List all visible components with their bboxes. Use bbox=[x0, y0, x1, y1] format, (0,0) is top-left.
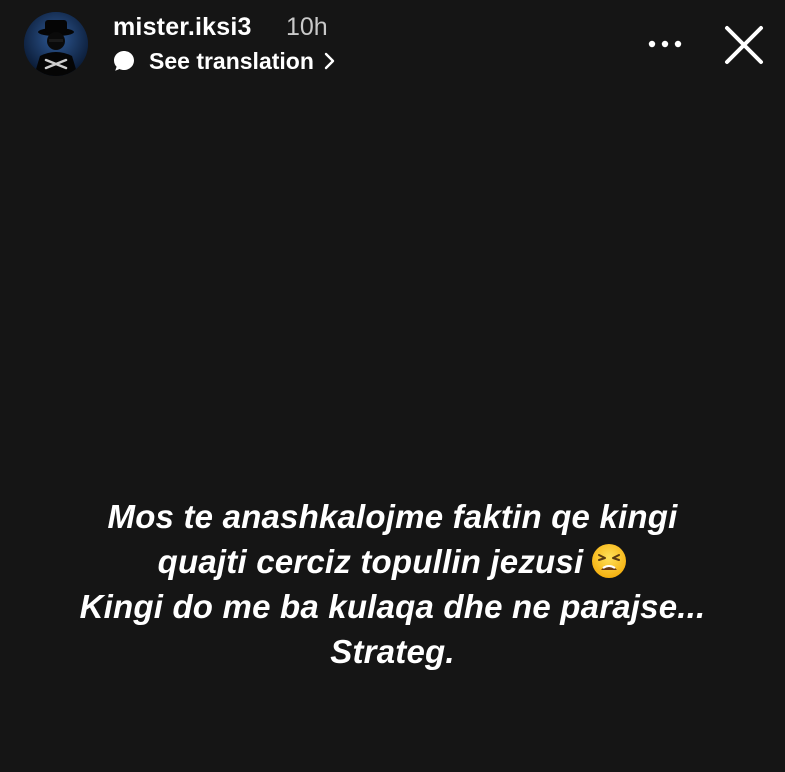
profile-avatar[interactable] bbox=[24, 12, 88, 76]
story-header: mister.iksi3 10h See translation bbox=[0, 0, 785, 100]
masked-figure-avatar-icon bbox=[24, 12, 88, 76]
caption-line-1: Mos te anashkalojme faktin qe kingi bbox=[107, 498, 678, 535]
caption-line-3: Kingi do me ba kulaqa dhe ne parajse... bbox=[79, 588, 706, 625]
story-viewer: mister.iksi3 10h See translation Mos te … bbox=[0, 0, 785, 772]
story-caption: Mos te anashkalojme faktin qe kingi quaj… bbox=[0, 494, 785, 674]
caption-line-2: quajti cerciz topullin jezusi bbox=[0, 539, 785, 584]
see-translation-link[interactable]: See translation bbox=[113, 46, 336, 76]
more-options-button[interactable] bbox=[640, 26, 690, 62]
caption-line-2-text: quajti cerciz topullin jezusi bbox=[157, 543, 584, 580]
caption-line-4: Strateg. bbox=[330, 633, 455, 670]
close-button[interactable] bbox=[716, 17, 772, 73]
username-link[interactable]: mister.iksi3 bbox=[113, 13, 252, 42]
post-timestamp: 10h bbox=[286, 13, 328, 41]
close-icon bbox=[725, 26, 763, 64]
tired-face-emoji-icon bbox=[592, 544, 627, 578]
speech-bubble-icon bbox=[114, 51, 134, 71]
chevron-right-icon bbox=[324, 52, 335, 70]
more-horizontal-icon bbox=[648, 40, 682, 48]
see-translation-label: See translation bbox=[149, 47, 314, 74]
